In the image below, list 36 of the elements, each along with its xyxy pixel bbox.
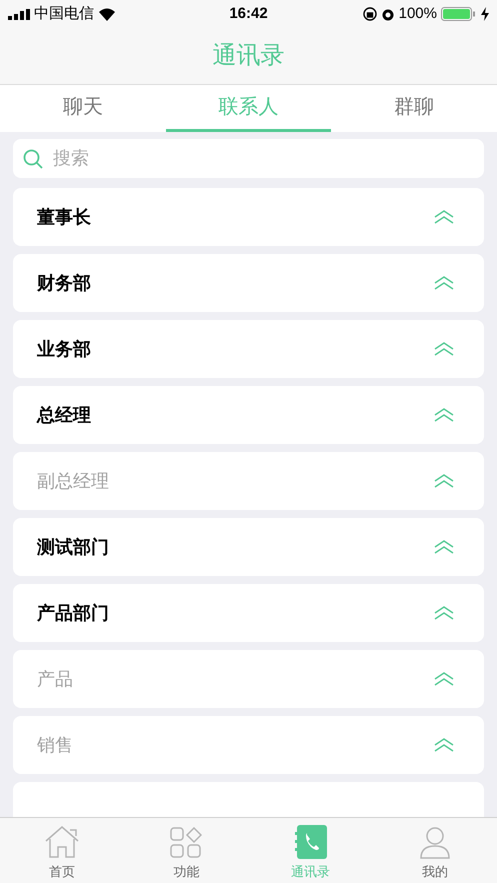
carrier-name: 中国电信	[34, 4, 94, 24]
double-chevron-up-icon	[434, 540, 454, 554]
wifi-icon	[98, 8, 116, 20]
rotation-lock-icon	[362, 7, 377, 21]
group-row[interactable]: 产品部门	[13, 584, 484, 642]
nav-tab[interactable]: 功能	[124, 818, 248, 883]
signal-icon	[8, 8, 30, 20]
charging-bolt-icon	[481, 7, 489, 21]
double-chevron-up-icon	[434, 474, 454, 488]
group-row[interactable]: 财务部	[13, 254, 484, 312]
house-icon	[44, 824, 80, 858]
double-chevron-up-icon	[434, 408, 454, 422]
tab[interactable]: 群聊	[331, 85, 497, 132]
group-row[interactable]: 总经理	[13, 386, 484, 444]
double-chevron-up-icon	[434, 672, 454, 686]
alarm-clock-icon	[380, 7, 395, 21]
page-title: 通讯录	[212, 41, 284, 71]
search-field[interactable]: 搜索	[13, 139, 484, 178]
nav-tab[interactable]: 首页	[0, 818, 124, 883]
group-row[interactable]: 董事长	[13, 188, 484, 246]
apps-icon	[170, 826, 202, 858]
double-chevron-up-icon	[434, 276, 454, 290]
double-chevron-up-icon	[434, 738, 454, 752]
double-chevron-up-icon	[434, 210, 454, 224]
battery-icon	[441, 7, 477, 21]
tab[interactable]: 聊天	[0, 85, 166, 132]
group-row[interactable]: 测试部门	[13, 518, 484, 576]
double-chevron-up-icon	[434, 342, 454, 356]
nav-tab[interactable]: 我的	[372, 818, 497, 883]
group-row[interactable]: 业务部	[13, 320, 484, 378]
search-icon	[23, 149, 43, 169]
double-chevron-up-icon	[434, 606, 454, 620]
person-icon	[420, 826, 450, 858]
clock-time: 16:42	[229, 4, 268, 24]
battery-percentage: 100%	[398, 4, 437, 24]
phone-book-icon	[294, 824, 327, 858]
